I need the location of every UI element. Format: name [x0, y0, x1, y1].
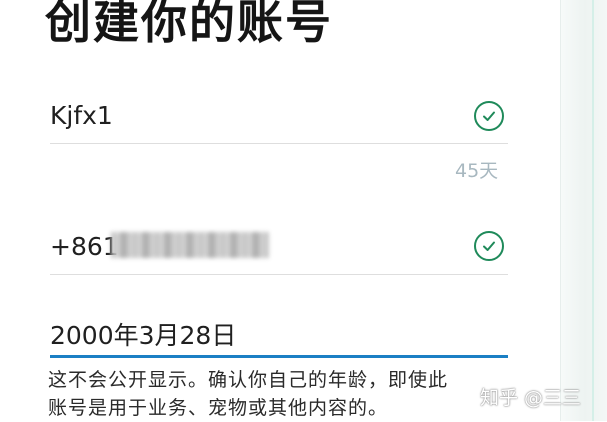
watermark-text: 知乎 @三三: [480, 387, 582, 409]
age-notice: 这不会公开显示。确认你自己的年龄，即使此 账号是用于业务、宠物或其他内容的。: [48, 366, 548, 422]
age-notice-line-1: 这不会公开显示。确认你自己的年龄，即使此: [48, 369, 449, 391]
name-field[interactable]: Kjfx1: [50, 101, 113, 130]
panel-edge-line: [592, 0, 594, 421]
page-title: 创建你的账号: [45, 0, 333, 49]
redacted-phone-digits: [111, 232, 269, 258]
birthdate-field-underline: [50, 355, 508, 358]
birthdate-field[interactable]: 2000年3月28日: [50, 316, 236, 352]
age-notice-line-2: 账号是用于业务、宠物或其他内容的。: [48, 397, 389, 419]
phone-field[interactable]: +861: [50, 232, 119, 261]
create-account-screen: 创建你的账号 Kjfx1 45天 +861 2000年3月28日 这不会公开显示…: [0, 0, 560, 421]
check-circle-icon: [474, 231, 504, 261]
background-panel-edge: [560, 0, 607, 421]
name-field-underline: [50, 143, 508, 144]
phone-field-underline: [50, 274, 508, 275]
character-counter: 45天: [455, 160, 499, 182]
check-circle-icon: [474, 101, 504, 131]
